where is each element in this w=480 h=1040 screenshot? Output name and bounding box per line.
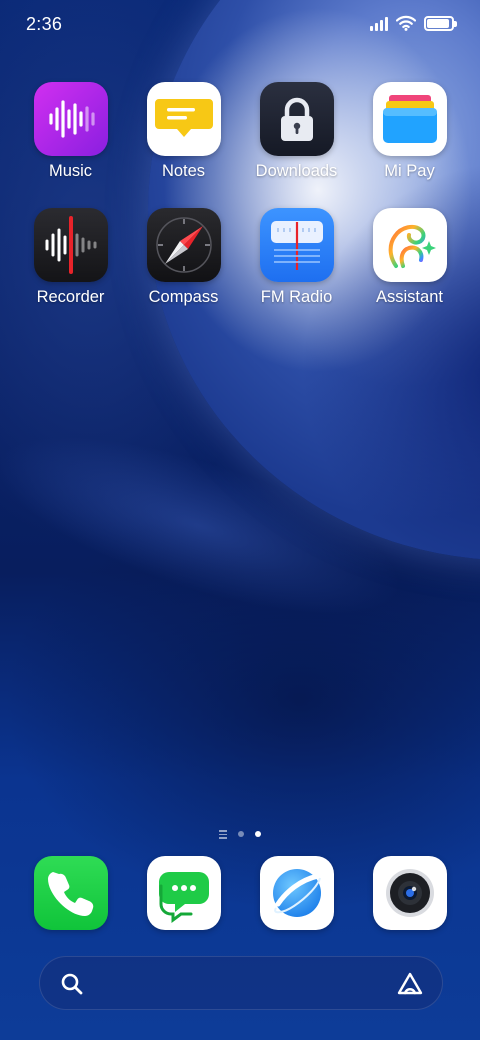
page-dot-2-active[interactable] [255, 831, 261, 838]
wifi-icon [396, 15, 416, 31]
camera-icon[interactable] [372, 856, 447, 930]
app-downloads[interactable]: Downloads [240, 82, 353, 208]
status-time: 2:36 [26, 14, 63, 34]
app-mi-pay[interactable]: Mi Pay [353, 82, 466, 208]
app-label: Recorder [36, 288, 105, 306]
assistant-icon[interactable] [372, 208, 447, 282]
app-assistant[interactable]: Assistant [353, 208, 466, 334]
music-icon[interactable] [33, 82, 108, 156]
search-icon[interactable] [60, 972, 84, 996]
wallet-icon[interactable] [372, 82, 447, 156]
recorder-icon[interactable] [33, 208, 108, 282]
page-dot-1[interactable] [238, 831, 244, 838]
assistant-triangle-icon[interactable] [396, 971, 424, 997]
compass-icon[interactable] [146, 208, 221, 282]
browser-icon[interactable] [259, 856, 334, 930]
app-label: Mi Pay [384, 162, 435, 180]
app-label: Assistant [376, 288, 443, 306]
dock-camera[interactable] [353, 856, 466, 930]
notes-icon[interactable] [146, 82, 221, 156]
app-row-2: Recorder Compass FM Radio Assistant [14, 208, 466, 334]
app-label: FM Radio [260, 288, 333, 306]
page-indicator[interactable] [0, 830, 480, 839]
signal-icon [370, 15, 388, 31]
status-bar: 2:36 [0, 0, 480, 50]
page-list-icon[interactable] [219, 830, 227, 839]
status-icons [370, 15, 457, 31]
radio-icon[interactable] [259, 208, 334, 282]
dock-phone[interactable] [14, 856, 127, 930]
app-fm-radio[interactable]: FM Radio [240, 208, 353, 334]
battery-level [427, 18, 449, 28]
app-row-1: Music Notes Downloads Mi Pay [14, 82, 466, 208]
dock-browser[interactable] [240, 856, 353, 930]
app-notes[interactable]: Notes [127, 82, 240, 208]
phone-icon[interactable] [33, 856, 108, 930]
downloads-lock-icon[interactable] [259, 82, 334, 156]
app-grid: Music Notes Downloads Mi Pay Recorder Co… [14, 82, 466, 334]
dock-messages[interactable] [127, 856, 240, 930]
app-label: Compass [148, 288, 219, 306]
app-recorder[interactable]: Recorder [14, 208, 127, 334]
app-label: Music [48, 162, 93, 180]
search-bar[interactable] [39, 956, 443, 1010]
battery-icon [424, 15, 457, 31]
dock [14, 856, 466, 930]
app-compass[interactable]: Compass [127, 208, 240, 334]
app-label: Downloads [255, 162, 338, 180]
app-label: Notes [161, 162, 206, 180]
messages-icon[interactable] [146, 856, 221, 930]
app-music[interactable]: Music [14, 82, 127, 208]
